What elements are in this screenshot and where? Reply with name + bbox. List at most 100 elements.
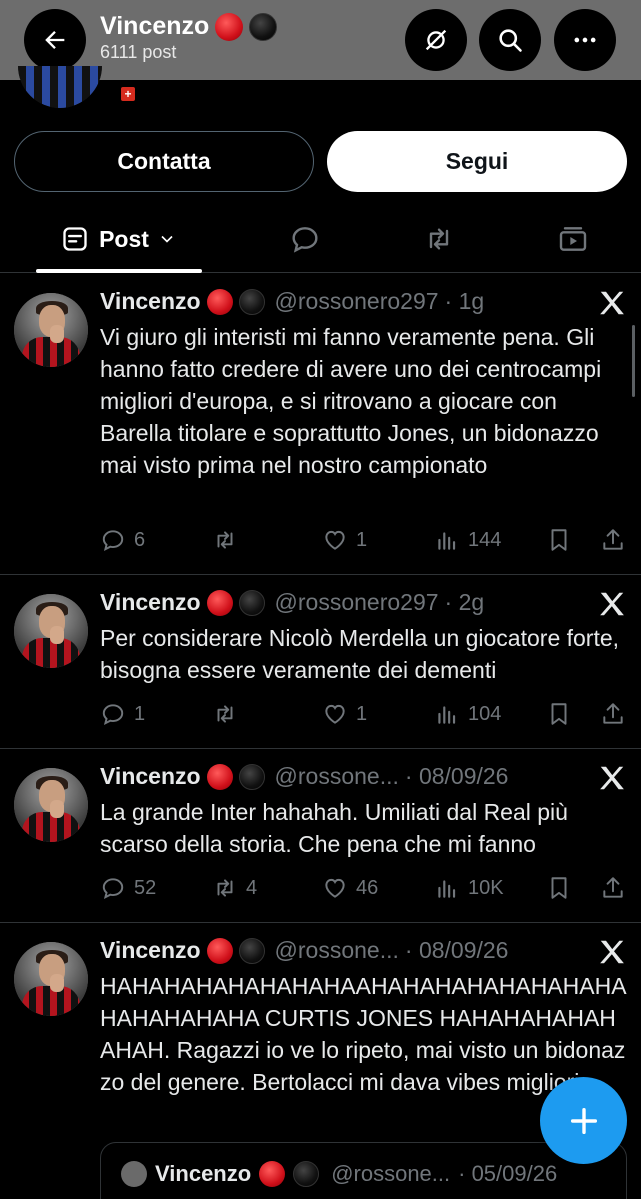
bookmark-icon xyxy=(551,703,567,725)
bookmark-button[interactable] xyxy=(546,524,572,556)
views-count: 10K xyxy=(468,876,504,899)
author-name[interactable]: Vincenzo xyxy=(100,763,201,790)
share-button[interactable] xyxy=(600,872,626,904)
reply-button[interactable]: 6 xyxy=(100,524,145,556)
author-handle[interactable]: @rossone... xyxy=(275,763,399,790)
author-handle[interactable]: @rossonero297 xyxy=(275,589,439,616)
follow-button[interactable]: Segui xyxy=(327,131,627,192)
tweet[interactable]: Vincenzo @rossonero297 · 2g Per consider… xyxy=(0,575,641,749)
quoted-tweet[interactable]: Vincenzo @rossone... · 05/09/26 xyxy=(100,1142,627,1199)
profile-summary: + xyxy=(0,66,641,110)
quoted-tweet-header: Vincenzo @rossone... · 05/09/26 xyxy=(121,1161,557,1187)
tweet-header: Vincenzo @rossonero297 · 2g xyxy=(100,589,484,616)
views-button[interactable]: 144 xyxy=(434,524,501,556)
tweet-header: Vincenzo @rossonero297 · 1g xyxy=(100,288,484,315)
avatar xyxy=(121,1161,147,1187)
tweet-actions: 1 1 104 xyxy=(100,698,630,730)
search-icon xyxy=(499,29,522,52)
avatar[interactable] xyxy=(14,293,88,367)
share-icon xyxy=(603,529,623,550)
red-circle-badge xyxy=(206,937,233,964)
avatar[interactable] xyxy=(14,768,88,842)
repost-button[interactable]: 4 xyxy=(212,872,257,904)
no-connection-icon xyxy=(425,29,447,51)
black-circle-badge xyxy=(238,288,265,315)
x-logo-icon xyxy=(600,766,624,790)
replies-icon xyxy=(292,227,318,253)
tweet-actions: 6 1 144 xyxy=(100,524,630,556)
views-icon xyxy=(438,880,456,898)
tab-posts[interactable]: Post xyxy=(36,205,202,273)
compose-plus-icon xyxy=(570,1107,597,1134)
contact-button[interactable]: Contatta xyxy=(14,131,314,192)
reply-button[interactable]: 52 xyxy=(100,872,156,904)
like-count: 1 xyxy=(356,528,368,551)
bookmark-button[interactable] xyxy=(546,872,572,904)
views-count: 104 xyxy=(468,702,502,725)
avatar[interactable] xyxy=(14,594,88,668)
media-icon xyxy=(559,227,587,251)
like-button[interactable]: 1 xyxy=(322,524,367,556)
author-handle[interactable]: @rossone... xyxy=(275,937,399,964)
tab-media[interactable] xyxy=(540,205,606,273)
repost-icon xyxy=(217,879,233,897)
tweet-time: · 08/09/26 xyxy=(404,937,509,963)
repost-icon xyxy=(217,531,233,549)
bookmark-icon xyxy=(551,529,567,551)
tweet-header: Vincenzo @rossone... · 08/09/26 xyxy=(100,937,508,964)
reply-icon xyxy=(102,878,124,900)
share-button[interactable] xyxy=(600,698,626,730)
red-circle-badge xyxy=(215,12,244,41)
bookmark-button[interactable] xyxy=(546,698,572,730)
red-circle-badge xyxy=(206,288,233,315)
repost-icon xyxy=(217,705,233,723)
profile-avatar[interactable] xyxy=(18,66,102,108)
x-logo-icon xyxy=(600,592,624,616)
tweet-text: HAHAHAHAHAHAHAHAAHAHAHAHAHAHAHAHAHAHAHAH… xyxy=(100,973,627,1095)
tweet[interactable]: Vincenzo @rossone... · 08/09/26 La grand… xyxy=(0,749,641,923)
author-handle[interactable]: @rossonero297 xyxy=(275,288,439,315)
back-button[interactable] xyxy=(24,9,86,71)
reply-icon xyxy=(102,704,124,726)
tab-posts-label: Post xyxy=(99,225,149,252)
more-button[interactable] xyxy=(554,9,616,71)
black-circle-badge xyxy=(249,12,278,41)
like-button[interactable]: 46 xyxy=(322,872,378,904)
search-button[interactable] xyxy=(479,9,541,71)
reply-button[interactable]: 1 xyxy=(100,698,145,730)
red-circle-badge xyxy=(259,1161,286,1187)
scrollbar[interactable] xyxy=(632,325,635,397)
repost-count: 4 xyxy=(246,876,258,899)
post-count: 6111 post xyxy=(100,42,177,62)
author-name[interactable]: Vincenzo xyxy=(100,589,201,616)
author-name[interactable]: Vincenzo xyxy=(100,288,201,315)
arrow-left-icon xyxy=(45,31,65,49)
like-button[interactable]: 1 xyxy=(322,698,367,730)
tab-replies[interactable] xyxy=(272,205,338,273)
heart-icon xyxy=(325,704,345,724)
repost-button[interactable] xyxy=(212,524,246,556)
tweet-time: · 1g xyxy=(444,288,485,314)
reply-count: 1 xyxy=(134,702,146,725)
black-circle-badge xyxy=(293,1161,320,1187)
tweet[interactable]: Vincenzo @rossonero297 · 1g Vi giuro gli… xyxy=(0,274,641,575)
views-button[interactable]: 104 xyxy=(434,698,501,730)
avatar[interactable] xyxy=(14,942,88,1016)
tweet-actions: 52 4 46 10K xyxy=(100,872,630,904)
share-button[interactable] xyxy=(600,524,626,556)
compose-button[interactable] xyxy=(540,1077,627,1164)
red-circle-badge xyxy=(206,763,233,790)
no-connection-button[interactable] xyxy=(405,9,467,71)
tweet-time: · 05/09/26 xyxy=(458,1161,558,1186)
repost-button[interactable] xyxy=(212,698,246,730)
profile-tabs: Post xyxy=(0,205,641,273)
swiss-flag-icon: + xyxy=(121,87,135,101)
bookmark-icon xyxy=(551,877,567,899)
tab-reposts[interactable] xyxy=(406,205,472,273)
author-name[interactable]: Vincenzo xyxy=(100,937,201,964)
active-tab-indicator xyxy=(36,269,202,273)
tweet-text: La grande Inter hahahah. Umiliati dal Re… xyxy=(100,799,568,857)
reply-count: 52 xyxy=(134,876,157,899)
posts-icon xyxy=(63,227,87,251)
views-button[interactable]: 10K xyxy=(434,872,504,904)
